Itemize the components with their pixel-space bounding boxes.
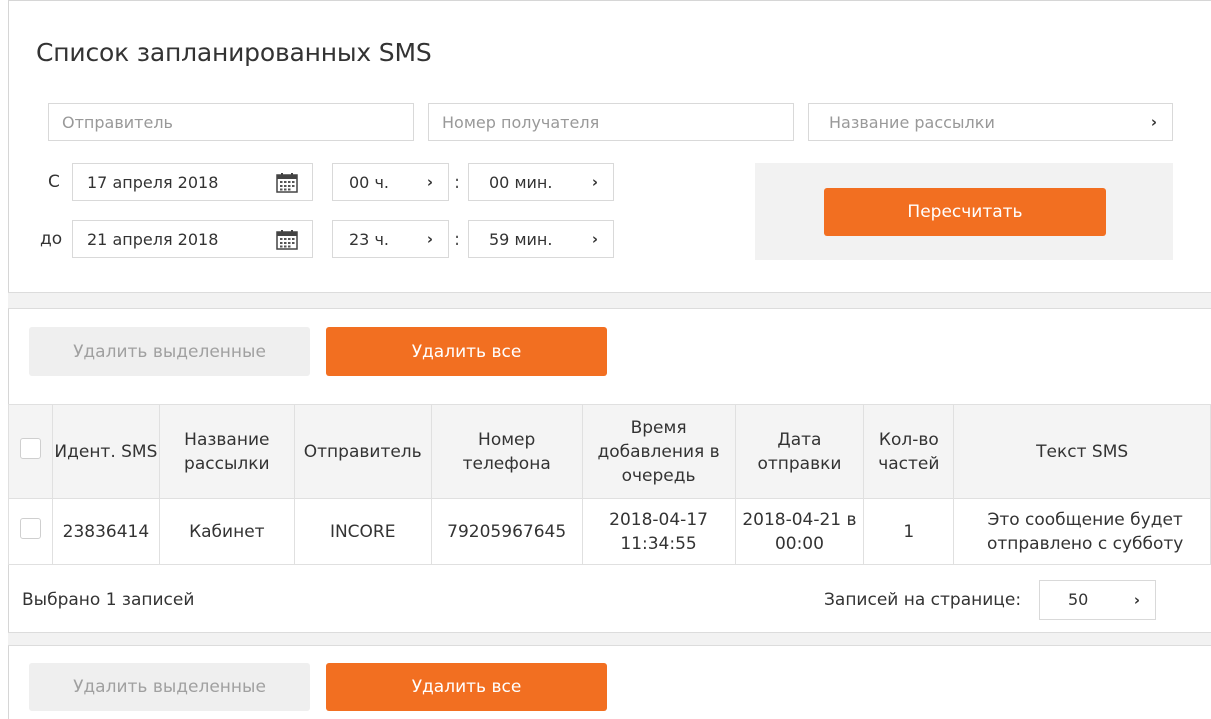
per-page-value: 50 <box>1068 590 1089 609</box>
recalc-button[interactable]: Пересчитать <box>824 188 1106 236</box>
to-minute-value: 59 мин. <box>489 230 553 249</box>
column-header[interactable]: Текст SMS <box>953 404 1211 499</box>
arrow-glyph: › <box>426 230 434 248</box>
table-header-row: Идент. SMS Название рассылки Отправитель… <box>8 404 1211 499</box>
to-date-input[interactable]: 21 апреля 2018 <box>72 220 313 258</box>
chevron-right-icon[interactable]: › <box>577 164 613 200</box>
row-select-cell <box>8 498 53 565</box>
calendar-icon[interactable] <box>276 173 298 193</box>
cell-phone: 79205967645 <box>430 498 583 565</box>
chevron-right-icon[interactable]: › <box>412 164 448 200</box>
column-header[interactable]: Номер телефона <box>430 404 583 499</box>
delete-all-button[interactable]: Удалить все <box>326 663 607 711</box>
time-colon: : <box>454 229 461 250</box>
selected-count: Выбрано 1 записей <box>22 590 195 610</box>
to-label: до <box>40 229 63 249</box>
page-title: Список запланированных SMS <box>36 38 432 67</box>
cell-sms-id: 23836414 <box>51 498 160 565</box>
arrow-glyph: › <box>1133 591 1141 609</box>
sender-input[interactable]: Отправитель <box>48 103 414 141</box>
recipient-placeholder: Номер получателя <box>442 113 600 132</box>
campaign-placeholder: Название рассылки <box>829 113 995 132</box>
calendar-icon[interactable] <box>276 230 298 250</box>
section-divider <box>8 632 1211 646</box>
arrow-glyph: › <box>426 173 434 191</box>
to-minute-select[interactable]: 59 мин. › <box>468 220 614 258</box>
chevron-right-icon[interactable]: › <box>577 221 613 257</box>
arrow-glyph: › <box>1150 113 1158 131</box>
column-header[interactable]: Время добавления в очередь <box>581 404 736 499</box>
select-all-checkbox[interactable] <box>19 437 41 459</box>
campaign-select[interactable]: Название рассылки › <box>808 103 1173 141</box>
from-date-input[interactable]: 17 апреля 2018 <box>72 163 313 201</box>
chevron-right-icon[interactable]: › <box>1119 581 1155 619</box>
from-minute-value: 00 мин. <box>489 173 553 192</box>
cell-parts: 1 <box>863 498 955 565</box>
cell-campaign: Кабинет <box>158 498 295 565</box>
per-page-select[interactable]: 50 › <box>1039 580 1156 620</box>
column-header[interactable]: Кол-во частей <box>863 404 955 499</box>
chevron-right-icon[interactable]: › <box>412 221 448 257</box>
row-checkbox[interactable] <box>19 517 41 539</box>
recalc-panel: Пересчитать <box>755 163 1173 260</box>
sender-placeholder: Отправитель <box>62 113 173 132</box>
column-header[interactable]: Название рассылки <box>158 404 295 499</box>
delete-selected-button[interactable]: Удалить выделенные <box>29 663 310 711</box>
table-row[interactable]: 23836414 Кабинет INCORE 79205967645 2018… <box>8 498 1211 565</box>
recipient-input[interactable]: Номер получателя <box>428 103 794 141</box>
cell-send-date: 2018-04-21 в 00:00 <box>734 498 865 565</box>
from-label: С <box>48 172 60 192</box>
column-header[interactable]: Дата отправки <box>734 404 865 499</box>
sms-table: Идент. SMS Название рассылки Отправитель… <box>8 404 1211 565</box>
to-date-value: 21 апреля 2018 <box>87 230 219 249</box>
select-all-cell <box>8 404 53 499</box>
arrow-glyph: › <box>591 230 599 248</box>
cell-queued-time: 2018-04-17 11:34:55 <box>581 498 736 565</box>
cell-sender: INCORE <box>293 498 432 565</box>
arrow-glyph: › <box>591 173 599 191</box>
from-hour-value: 00 ч. <box>349 173 389 192</box>
from-date-value: 17 апреля 2018 <box>87 173 219 192</box>
delete-all-button[interactable]: Удалить все <box>326 327 607 376</box>
from-minute-select[interactable]: 00 мин. › <box>468 163 614 201</box>
time-colon: : <box>454 172 461 193</box>
per-page-label: Записей на странице: <box>824 590 1022 610</box>
cell-sms-text: Это сообщение будет отправлено с субботу <box>953 498 1211 565</box>
column-header[interactable]: Идент. SMS <box>51 404 160 499</box>
to-hour-value: 23 ч. <box>349 230 389 249</box>
from-hour-select[interactable]: 00 ч. › <box>332 163 449 201</box>
to-hour-select[interactable]: 23 ч. › <box>332 220 449 258</box>
delete-selected-button[interactable]: Удалить выделенные <box>29 327 310 376</box>
column-header[interactable]: Отправитель <box>293 404 432 499</box>
chevron-right-icon[interactable]: › <box>1136 104 1172 140</box>
section-divider <box>8 292 1211 309</box>
